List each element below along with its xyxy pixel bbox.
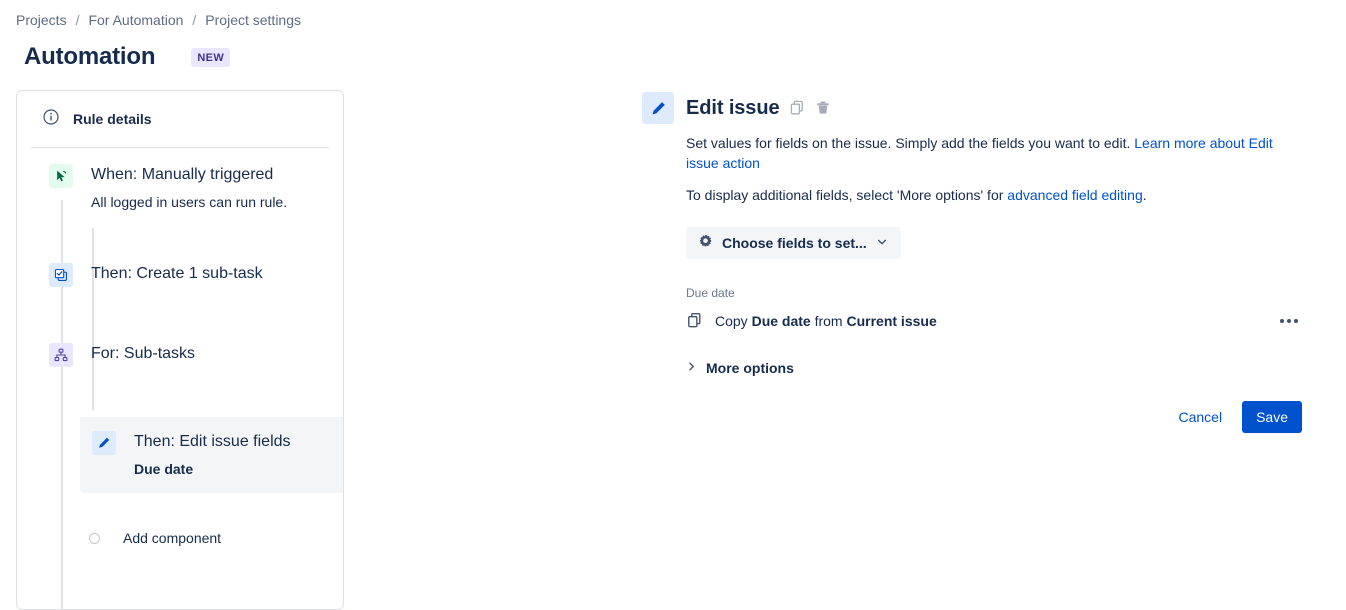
detail-body: Set values for fields on the issue. Simp… xyxy=(642,124,1322,433)
pencil-edit-icon xyxy=(642,92,674,124)
rule-node-title: When: Manually triggered xyxy=(91,166,274,183)
breadcrumb: Projects / For Automation / Project sett… xyxy=(8,11,309,29)
rule-node-when-manually-triggered[interactable]: When: Manually triggered All logged in u… xyxy=(49,164,343,212)
create-subtask-icon xyxy=(49,263,73,287)
breadcrumb-item-for-automation[interactable]: For Automation xyxy=(80,11,191,29)
circle-outline-icon xyxy=(89,532,100,544)
advanced-field-editing-link[interactable]: advanced field editing xyxy=(1007,187,1142,203)
dot xyxy=(1280,318,1284,323)
copy-from: from xyxy=(810,312,847,329)
chevron-down-icon xyxy=(876,236,888,251)
rule-details-label: Rule details xyxy=(73,111,152,127)
rule-builder-panel: Rule details When: Manually triggered Al… xyxy=(16,90,344,610)
copy-source-issue: Current issue xyxy=(846,312,937,329)
choose-fields-label: Choose fields to set... xyxy=(722,235,867,251)
add-component-button[interactable]: Add component xyxy=(83,528,343,548)
chevron-right-icon xyxy=(686,359,697,377)
page-title: Automation xyxy=(24,43,156,70)
duplicate-icon[interactable] xyxy=(789,100,805,116)
page-header: Automation NEW xyxy=(24,40,231,74)
detail-title-row: Edit issue xyxy=(686,92,1322,124)
description-paragraph-1: Set values for fields on the issue. Simp… xyxy=(686,133,1302,173)
rule-node-edit-issue-fields[interactable]: Then: Edit issue fields Due date xyxy=(80,417,343,493)
add-component-label: Add component xyxy=(123,530,222,546)
description-text-end: . xyxy=(1142,187,1147,203)
dot xyxy=(1294,318,1298,323)
new-badge: NEW xyxy=(191,47,231,67)
rule-tree: When: Manually triggered All logged in u… xyxy=(17,148,343,609)
description-text: To display additional fields, select 'Mo… xyxy=(686,187,1008,203)
description-paragraph-2: To display additional fields, select 'Mo… xyxy=(686,185,1302,205)
rule-node-create-subtask[interactable]: Then: Create 1 sub-task xyxy=(49,263,343,287)
tree-connector-line xyxy=(61,200,63,609)
rule-node-title: Then: Create 1 sub-task xyxy=(91,265,263,282)
copy-prefix: Copy xyxy=(715,312,752,329)
more-options-toggle[interactable]: More options xyxy=(686,359,794,377)
delete-icon[interactable] xyxy=(815,100,831,116)
detail-header: Edit issue xyxy=(642,92,1322,124)
dot xyxy=(1287,318,1291,323)
more-actions-icon[interactable] xyxy=(1276,315,1302,327)
field-value-row: Copy Due date from Current issue xyxy=(686,312,1302,329)
tree-branch-connector-line xyxy=(92,228,94,410)
field-value-text: Copy Due date from Current issue xyxy=(703,313,1276,329)
breadcrumb-item-projects[interactable]: Projects xyxy=(8,11,75,29)
rule-node-title: For: Sub-tasks xyxy=(91,345,196,362)
cursor-click-icon xyxy=(49,164,73,188)
info-circle-icon xyxy=(43,108,59,130)
description-text: Set values for fields on the issue. Simp… xyxy=(686,135,1135,151)
edit-issue-detail-pane: Edit issue Set values for fields on the … xyxy=(642,92,1322,433)
field-group-label: Due date xyxy=(686,286,735,300)
copy-source-field: Due date xyxy=(751,312,811,329)
form-actions: Cancel Save xyxy=(686,401,1302,433)
cancel-button[interactable]: Cancel xyxy=(1166,401,1234,433)
pencil-edit-icon xyxy=(92,431,116,455)
copy-icon xyxy=(686,312,703,329)
rule-node-for-subtasks[interactable]: For: Sub-tasks xyxy=(49,343,343,367)
rule-node-subtitle: Due date xyxy=(134,461,194,477)
rule-details-row[interactable]: Rule details xyxy=(17,91,343,147)
branch-hierarchy-icon xyxy=(49,343,73,367)
detail-title: Edit issue xyxy=(686,96,780,119)
breadcrumb-item-project-settings[interactable]: Project settings xyxy=(197,11,309,29)
save-button[interactable]: Save xyxy=(1242,401,1302,433)
choose-fields-dropdown[interactable]: Choose fields to set... xyxy=(686,227,901,259)
more-options-label: More options xyxy=(706,360,794,376)
rule-node-subtitle: All logged in users can run rule. xyxy=(91,194,288,210)
gear-icon xyxy=(698,234,713,252)
rule-node-title: Then: Edit issue fields xyxy=(134,433,291,450)
